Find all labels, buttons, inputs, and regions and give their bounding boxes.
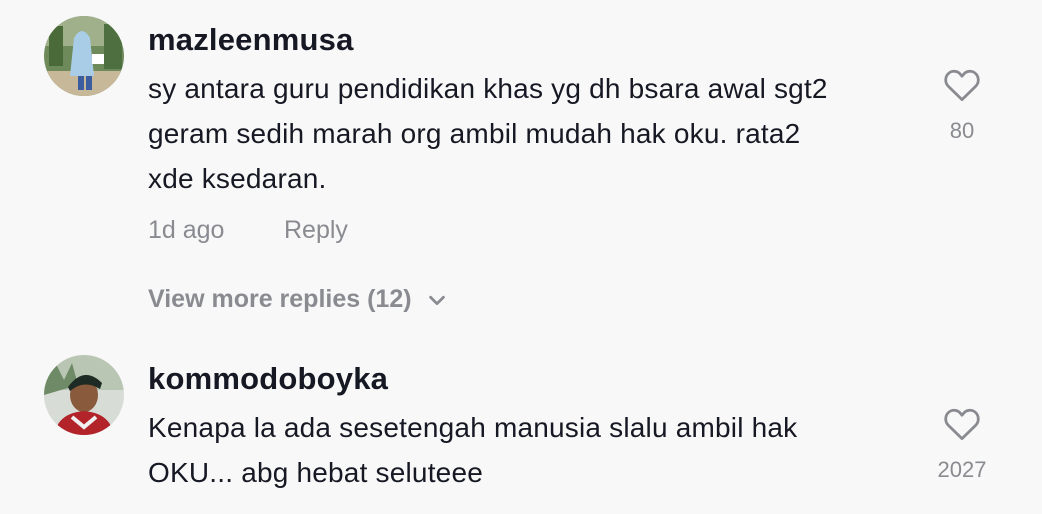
reply-button[interactable]: Reply <box>284 216 348 245</box>
view-more-replies-label: View more replies (12) <box>148 285 412 313</box>
avatar-image <box>44 355 124 435</box>
like-count: 2027 <box>937 457 987 482</box>
comment-text-line: sy antara guru pendidikan khas yg dh bsa… <box>148 73 828 104</box>
chevron-down-icon <box>428 295 445 305</box>
comment-username[interactable]: kommodoboyka <box>148 361 388 397</box>
avatar[interactable] <box>44 16 124 96</box>
comment-text-line: geram sedih marah org ambil mudah hak ok… <box>148 118 801 149</box>
comment-text: sy antara guru pendidikan khas yg dh bsa… <box>148 66 918 201</box>
comment-text-line: Kenapa la ada sesetengah manusia slalu a… <box>148 412 798 443</box>
like-count: 80 <box>949 118 975 143</box>
comment-text-line: OKU... abg hebat seluteee <box>148 457 483 488</box>
comment-timestamp: 1d ago <box>148 216 225 244</box>
avatar-image <box>44 16 124 96</box>
like-control: 80 <box>922 68 1002 144</box>
like-control: 2027 <box>922 407 1002 483</box>
heart-icon[interactable] <box>943 407 981 441</box>
heart-icon[interactable] <box>943 68 981 102</box>
avatar[interactable] <box>44 355 124 435</box>
comment-username[interactable]: mazleenmusa <box>148 22 354 58</box>
comments-list: mazleenmusa sy antara guru pendidikan kh… <box>0 0 1042 514</box>
comment-text: Kenapa la ada sesetengah manusia slalu a… <box>148 405 918 495</box>
comment-text-line: xde ksedaran. <box>148 163 327 194</box>
view-more-replies-button[interactable]: View more replies (12) <box>148 285 448 314</box>
